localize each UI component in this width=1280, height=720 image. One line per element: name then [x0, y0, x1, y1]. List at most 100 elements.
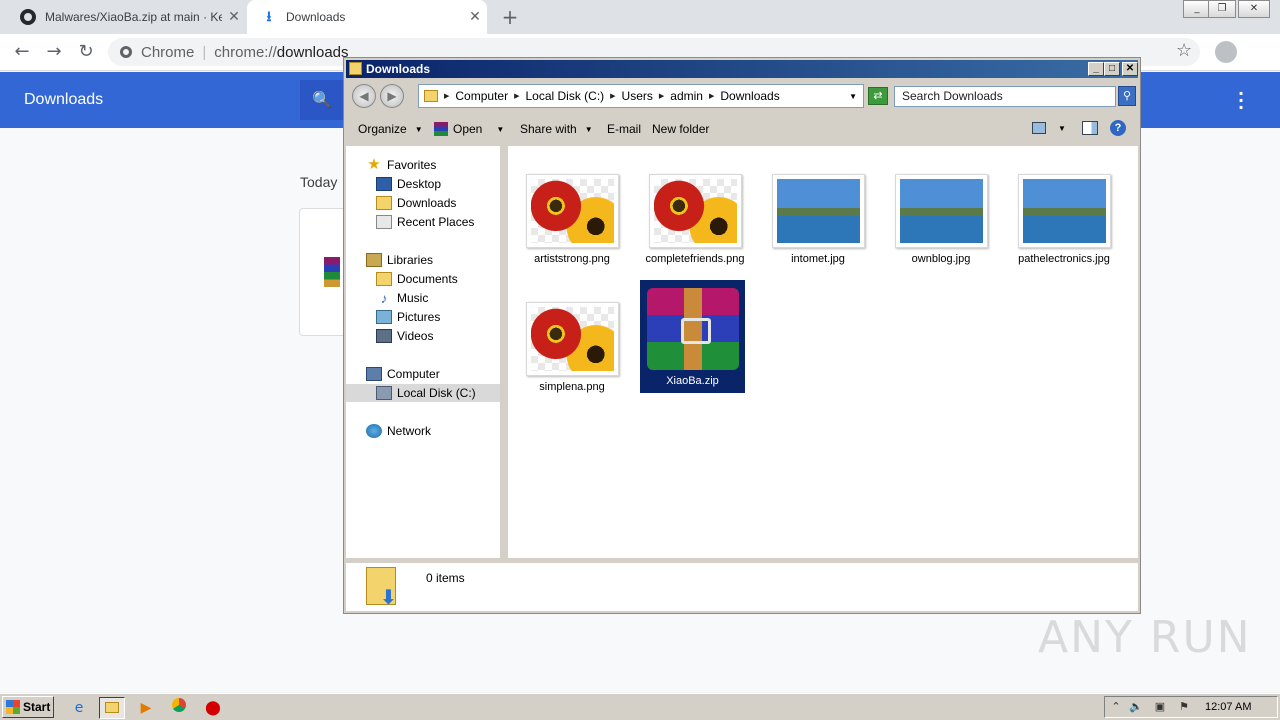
media-player-icon[interactable]: ▶	[133, 697, 159, 719]
search-input[interactable]: Search Downloads	[894, 86, 1116, 107]
tab-title: Malwares/XiaoBa.zip at main · Kenich	[45, 10, 222, 24]
window-titlebar[interactable]: Downloads _ □ ✕	[346, 60, 1138, 78]
file-name: simplena.png	[539, 381, 605, 393]
forward-icon[interactable]: →	[42, 40, 66, 64]
restore-button[interactable]: ❐	[1208, 0, 1236, 18]
breadcrumb-item[interactable]: ▶ admin	[659, 89, 703, 103]
more-menu-icon[interactable]: · · ·	[1238, 86, 1244, 116]
chevron-down-icon[interactable]: ▼	[1058, 124, 1066, 133]
chevron-up-icon[interactable]: ⌃	[1109, 700, 1123, 714]
minimize-button[interactable]: _	[1183, 0, 1211, 18]
page-title: Downloads	[24, 91, 104, 108]
new-tab-button[interactable]: +	[498, 4, 522, 30]
profile-avatar[interactable]	[1215, 41, 1237, 63]
nav-documents[interactable]: Documents	[376, 270, 458, 288]
nav-recent-places[interactable]: Recent Places	[376, 213, 474, 231]
tab-downloads[interactable]: ⭳ Downloads ✕	[247, 0, 487, 34]
file-list: artiststrong.png completefriends.png int…	[508, 146, 1138, 558]
explorer-window: Downloads _ □ ✕ ◀ ▶ ▶ Computer ▶ Local Dis…	[343, 57, 1141, 614]
github-icon	[20, 9, 36, 25]
documents-icon	[376, 272, 392, 286]
address-row: ◀ ▶ ▶ Computer ▶ Local Disk (C:) ▶ Users ▶ a…	[346, 80, 1138, 112]
winrar-icon	[434, 122, 448, 136]
view-icon[interactable]	[1032, 122, 1046, 134]
nav-pictures[interactable]: Pictures	[376, 308, 440, 326]
file-item[interactable]: completefriends.png	[645, 174, 745, 266]
tab-github[interactable]: Malwares/XiaoBa.zip at main · Kenich ✕	[8, 0, 246, 34]
close-icon[interactable]: ✕	[222, 9, 246, 25]
flag-icon[interactable]: ⚑	[1177, 700, 1191, 714]
nav-favorites[interactable]: ★ Favorites	[366, 156, 436, 174]
refresh-icon[interactable]: ⇄	[868, 87, 888, 105]
breadcrumb-item[interactable]: ▶ Users	[610, 89, 653, 103]
maximize-button[interactable]: □	[1104, 62, 1120, 76]
file-name: XiaoBa.zip	[666, 375, 719, 387]
search-icon[interactable]: ⚲	[1118, 86, 1136, 106]
chevron-down-icon[interactable]: ▼	[849, 92, 857, 101]
disk-icon	[376, 386, 392, 400]
explorer-taskbar-button[interactable]	[99, 697, 125, 719]
search-icon[interactable]: 🔍	[300, 80, 344, 120]
start-button[interactable]: Start	[2, 696, 54, 718]
scheme-label: Chrome	[141, 43, 195, 61]
stop-icon[interactable]: ⬤	[200, 697, 226, 719]
nav-computer[interactable]: Computer	[366, 365, 440, 383]
nav-network[interactable]: Network	[366, 422, 431, 440]
file-item[interactable]: simplena.png	[522, 302, 622, 394]
internet-explorer-icon[interactable]: e	[66, 697, 92, 719]
breadcrumb[interactable]: ▶ Computer ▶ Local Disk (C:) ▶ Users ▶ admin…	[418, 84, 864, 108]
file-name: intomet.jpg	[791, 253, 845, 265]
close-window-button[interactable]: ✕	[1238, 0, 1270, 18]
help-icon[interactable]: ?	[1110, 120, 1126, 136]
share-with-button[interactable]: Share with ▼	[520, 122, 593, 136]
open-button[interactable]: Open ▼	[434, 122, 504, 136]
network-tray-icon[interactable]: ▣	[1153, 700, 1167, 714]
file-name: pathelectronics.jpg	[1018, 253, 1110, 265]
nav-libraries[interactable]: Libraries	[366, 251, 433, 269]
system-tray: ⌃ 🔈 ▣ ⚑ 12:07 AM	[1104, 696, 1278, 718]
chrome-icon	[120, 46, 132, 58]
back-icon[interactable]: ←	[10, 40, 34, 64]
tab-strip: Malwares/XiaoBa.zip at main · Kenich ✕ ⭳…	[0, 0, 1280, 34]
file-item-selected[interactable]: XiaoBa.zip	[640, 280, 745, 393]
nav-desktop[interactable]: Desktop	[376, 175, 441, 193]
breadcrumb-item[interactable]: ▶ Downloads	[709, 89, 780, 103]
new-folder-button[interactable]: New folder	[652, 122, 709, 136]
close-icon[interactable]: ✕	[463, 9, 487, 25]
nav-music[interactable]: ♪ Music	[376, 289, 429, 307]
chrome-taskbar-icon[interactable]	[166, 697, 192, 719]
file-item[interactable]: artiststrong.png	[522, 174, 622, 266]
minimize-button[interactable]: _	[1088, 62, 1104, 76]
pictures-icon	[376, 310, 392, 324]
bookmark-star-icon[interactable]: ☆	[1176, 40, 1192, 61]
image-thumbnail	[525, 302, 619, 376]
image-thumbnail	[894, 174, 988, 248]
volume-icon[interactable]: 🔈	[1129, 700, 1143, 714]
separator: |	[202, 43, 207, 61]
file-item[interactable]: pathelectronics.jpg	[1014, 174, 1114, 266]
download-icon: ⭳	[266, 9, 272, 25]
nav-local-disk[interactable]: Local Disk (C:)	[346, 384, 500, 402]
file-item[interactable]: ownblog.jpg	[891, 174, 991, 266]
clock: 12:07 AM	[1205, 701, 1252, 713]
nav-videos[interactable]: Videos	[376, 327, 433, 345]
watermark-logo: ANY RUN	[1038, 612, 1252, 663]
forward-icon[interactable]: ▶	[380, 84, 404, 108]
network-icon	[366, 424, 382, 438]
reload-icon[interactable]: ↻	[74, 40, 98, 64]
close-button[interactable]: ✕	[1122, 62, 1138, 76]
desktop-icon	[376, 177, 392, 191]
section-heading: Today	[300, 174, 338, 190]
back-icon[interactable]: ◀	[352, 84, 376, 108]
organize-button[interactable]: Organize ▼	[358, 122, 423, 136]
breadcrumb-item[interactable]: ▶ Computer	[444, 89, 508, 103]
tab-title: Downloads	[286, 10, 346, 24]
email-button[interactable]: E-mail	[607, 122, 641, 136]
image-thumbnail	[1017, 174, 1111, 248]
file-name: artiststrong.png	[534, 253, 610, 265]
file-item[interactable]: intomet.jpg	[768, 174, 868, 266]
preview-pane-icon[interactable]	[1082, 121, 1098, 135]
nav-downloads[interactable]: Downloads	[376, 194, 456, 212]
breadcrumb-item[interactable]: ▶ Local Disk (C:)	[514, 89, 604, 103]
image-thumbnail	[525, 174, 619, 248]
